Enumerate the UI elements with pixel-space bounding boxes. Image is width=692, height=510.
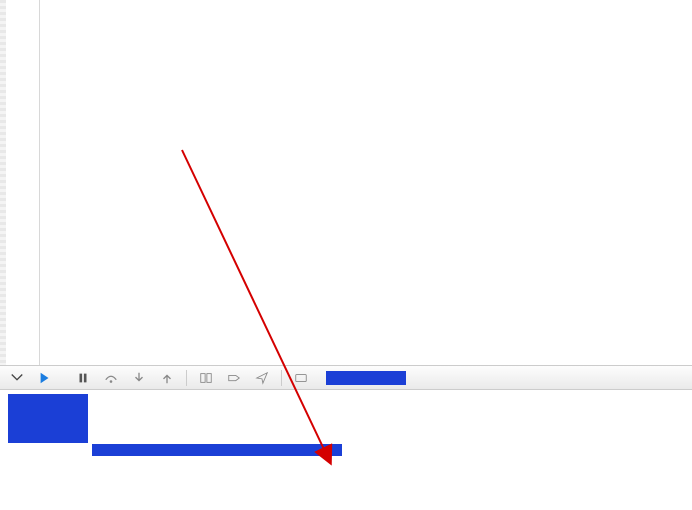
debug-toolbar — [0, 366, 692, 390]
code-area[interactable] — [40, 0, 692, 365]
process-filter-redacted[interactable] — [326, 371, 406, 385]
debug-view-icon[interactable] — [197, 370, 215, 386]
redacted — [8, 394, 88, 443]
hide-debug-icon[interactable] — [8, 370, 26, 386]
line-gutter — [6, 0, 40, 365]
console-line — [6, 394, 686, 443]
step-out-icon[interactable] — [158, 370, 176, 386]
console-line — [6, 443, 686, 457]
code-editor[interactable] — [0, 0, 692, 366]
breakpoints-icon[interactable] — [225, 370, 243, 386]
process-icon[interactable] — [292, 370, 310, 386]
location-icon[interactable] — [253, 370, 271, 386]
pause-icon[interactable] — [74, 370, 92, 386]
step-into-icon[interactable] — [130, 370, 148, 386]
continue-icon[interactable] — [36, 370, 54, 386]
redacted — [92, 444, 342, 456]
step-over-icon[interactable] — [102, 370, 120, 386]
console-output[interactable] — [0, 390, 692, 475]
console-line — [6, 457, 686, 471]
